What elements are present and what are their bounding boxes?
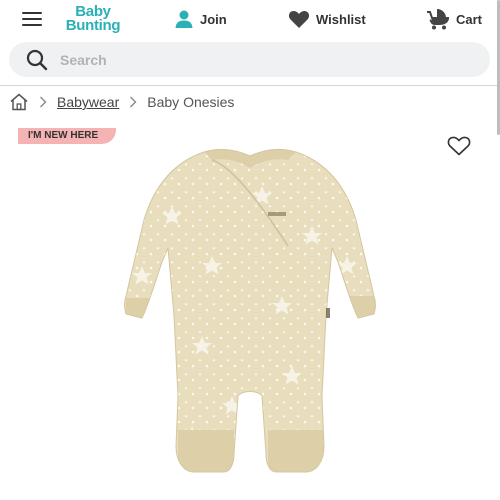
- user-icon: [175, 10, 193, 28]
- product-image-onesie[interactable]: [112, 146, 388, 480]
- cart-label: Cart: [456, 11, 483, 27]
- chevron-right-icon: [39, 96, 47, 108]
- baby-bunting-logo[interactable]: Baby Bunting: [58, 4, 128, 35]
- search-bar[interactable]: [9, 42, 490, 77]
- cart-button[interactable]: Cart: [426, 7, 482, 31]
- breadcrumb-current: Baby Onesies: [147, 94, 235, 110]
- join-button[interactable]: Join: [174, 7, 227, 31]
- hamburger-menu-icon[interactable]: [22, 11, 42, 27]
- home-icon[interactable]: [9, 93, 29, 111]
- pram-icon: [427, 9, 450, 30]
- breadcrumb: Babywear Baby Onesies: [9, 92, 234, 112]
- wishlist-button[interactable]: Wishlist: [288, 7, 366, 31]
- join-label: Join: [200, 11, 227, 27]
- chevron-right-icon: [129, 96, 137, 108]
- wishlist-label: Wishlist: [316, 11, 366, 27]
- add-to-wishlist-heart-icon[interactable]: [447, 136, 471, 156]
- breadcrumb-link-babywear[interactable]: Babywear: [57, 94, 119, 110]
- heart-icon: [288, 10, 310, 28]
- new-product-badge: I'M NEW HERE: [18, 128, 117, 144]
- search-icon: [26, 49, 48, 70]
- site-header: Baby Bunting Join Wishlist Cart: [0, 0, 500, 40]
- header-divider: [0, 85, 500, 86]
- search-input[interactable]: [60, 51, 460, 68]
